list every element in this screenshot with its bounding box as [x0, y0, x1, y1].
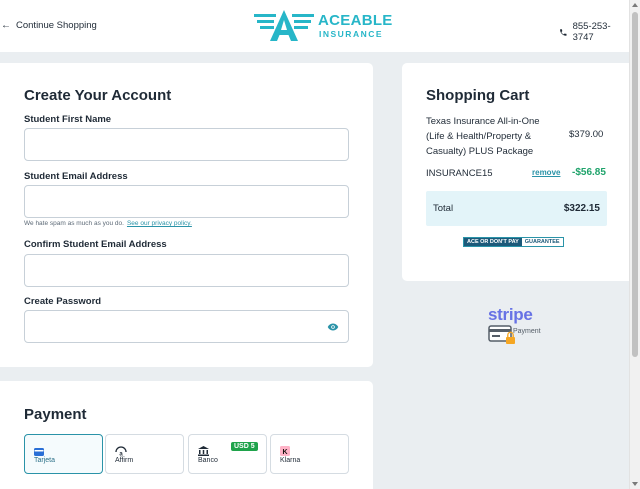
password-input[interactable]: [24, 310, 349, 343]
payment-method-affirm-tab[interactable]: a Affirm: [105, 434, 184, 474]
privacy-policy-link[interactable]: See our privacy policy.: [127, 220, 192, 227]
payment-method-klarna-tab[interactable]: K Klarna: [270, 434, 349, 474]
logo-text: ACEABLE INSURANCE: [318, 13, 393, 39]
phone-link[interactable]: 855-253-3747: [559, 21, 629, 43]
confirm-email-label: Confirm Student Email Address: [24, 239, 167, 250]
remove-coupon-link[interactable]: remove: [532, 168, 560, 177]
continue-shopping-link[interactable]: ← Continue Shopping: [1, 20, 97, 31]
create-account-title: Create Your Account: [24, 87, 172, 104]
payment-method-bank-tab[interactable]: USD 5 Banco: [188, 434, 267, 474]
stripe-payment-label: Payment: [513, 328, 541, 335]
svg-text:a: a: [119, 452, 123, 457]
scroll-down-arrow-icon[interactable]: [632, 482, 638, 486]
header: ← Continue Shopping ACEABLE INSURANCE 85…: [0, 0, 629, 52]
logo-line1: ACEABLE: [318, 11, 393, 29]
payment-title: Payment: [24, 406, 87, 423]
guarantee-part2: GUARANTEE: [521, 238, 563, 246]
scroll-thumb[interactable]: [632, 12, 638, 357]
scroll-up-arrow-icon[interactable]: [632, 3, 638, 7]
cart-item-name: Texas Insurance All-in-One (Life & Healt…: [426, 116, 540, 157]
svg-text:K: K: [282, 449, 287, 456]
confirm-email-input[interactable]: [24, 254, 349, 287]
show-password-toggle[interactable]: [327, 320, 339, 338]
spam-note: We hate spam as much as you do. See our p…: [24, 220, 192, 227]
guarantee-part1: ACE OR DON'T PAY: [464, 238, 522, 246]
ace-guarantee-badge: ACE OR DON'T PAY GUARANTEE: [463, 237, 564, 247]
email-label: Student Email Address: [24, 171, 128, 182]
phone-number: 855-253-3747: [572, 21, 611, 43]
coupon-code: INSURANCE15: [426, 168, 493, 179]
payment-method-label: Banco: [198, 457, 218, 464]
shopping-cart-title: Shopping Cart: [426, 87, 530, 104]
total-row: Total $322.15: [426, 191, 607, 226]
stripe-logo: stripe: [488, 305, 533, 324]
coupon-discount: -$56.85: [572, 167, 606, 178]
payment-method-label: Affirm: [115, 457, 134, 464]
secure-card-lock-icon: [488, 325, 515, 344]
email-input[interactable]: [24, 185, 349, 218]
cart-item-price: $379.00: [569, 129, 604, 140]
stripe-payment-badge: stripe Payment: [488, 305, 541, 344]
spam-note-text: We hate spam as much as you do.: [24, 220, 124, 227]
logo-line2: INSURANCE: [319, 28, 384, 39]
payment-method-label: Tarjeta: [34, 457, 56, 464]
payment-method-card-tab[interactable]: Tarjeta: [24, 434, 103, 474]
continue-shopping-label: Continue Shopping: [16, 20, 97, 31]
usd-bonus-badge: USD 5: [231, 442, 258, 451]
aceable-logo[interactable]: ACEABLE INSURANCE: [254, 9, 393, 42]
first-name-label: Student First Name: [24, 114, 112, 125]
payment-method-label: Klarna: [280, 457, 301, 464]
phone-icon: [560, 28, 567, 36]
arrow-left-icon: ←: [1, 20, 11, 31]
eye-icon: [327, 323, 339, 331]
secure-payment-row: Payment: [488, 323, 558, 347]
aceable-logo-mark-icon: [254, 10, 314, 41]
total-label: Total: [433, 203, 454, 214]
password-label: Create Password: [24, 296, 102, 307]
total-value: $322.15: [563, 203, 600, 214]
page-scrollbar[interactable]: [629, 0, 640, 489]
first-name-input[interactable]: [24, 128, 349, 161]
